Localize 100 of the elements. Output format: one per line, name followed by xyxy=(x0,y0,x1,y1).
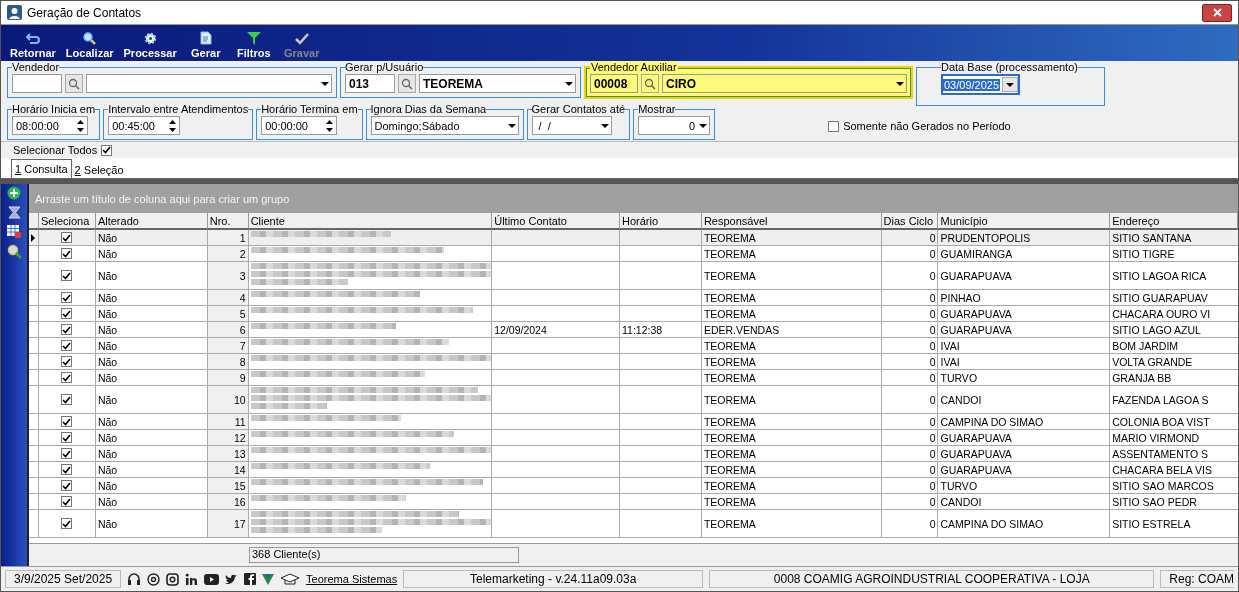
checkbox[interactable] xyxy=(828,120,840,132)
checkbox[interactable] xyxy=(61,496,73,508)
table-cell: 10 xyxy=(207,386,249,414)
camera-icon[interactable] xyxy=(166,572,180,586)
table-row[interactable]: Não 4 TEOREMA 0 PINHAO SITIO GUARAPUAV xyxy=(29,290,1238,307)
table-cell: PINHAO xyxy=(938,290,1111,306)
table-cell: TEOREMA xyxy=(701,262,882,290)
current-row[interactable]: Não 1 TEOREMA 0 PRUDENTOPOLIS SITIO SANTANA xyxy=(29,230,1238,247)
checkbox[interactable] xyxy=(61,394,73,406)
table-row[interactable]: Não 10 TEOREMA 0 CANDOI FAZENDA LAGOA S xyxy=(29,386,1238,415)
table-cell: Não xyxy=(95,246,208,262)
checkbox[interactable] xyxy=(61,308,73,320)
table-cell: GUAMIRANGA xyxy=(938,246,1111,262)
spin-arrows-icon[interactable] xyxy=(77,119,84,132)
checkbox[interactable] xyxy=(61,448,73,460)
table-cell: 17 xyxy=(207,510,249,538)
table-row[interactable]: Não 7 TEOREMA 0 IVAI BOM JARDIM xyxy=(29,338,1238,355)
column-header[interactable]: Dias Ciclo xyxy=(881,213,939,231)
column-header[interactable]: Seleciona xyxy=(39,213,96,231)
square-logo-icon[interactable] xyxy=(244,573,257,585)
table-row[interactable]: Não 3 TEOREMA 0 GUARAPUAVA SITIO LAGOA RICA xyxy=(29,262,1238,291)
checkbox[interactable] xyxy=(61,372,73,384)
toolbar-button[interactable]: Gerar xyxy=(181,31,230,59)
magnifier-icon[interactable] xyxy=(6,244,22,259)
dropdown-field[interactable]: 0 xyxy=(638,116,711,135)
table-row[interactable]: Não 13 TEOREMA 0 GUARAPUAVA ASSENTAMENTO S xyxy=(29,446,1238,463)
dropdown-field[interactable] xyxy=(86,74,332,93)
dropdown-field[interactable]: Domingo;Sábado xyxy=(370,116,519,135)
checkbox[interactable] xyxy=(61,324,73,336)
bird-icon[interactable] xyxy=(225,573,239,585)
headset-icon[interactable] xyxy=(127,572,142,586)
column-header[interactable]: Município xyxy=(938,213,1111,231)
website-link[interactable]: Teorema Sistemas xyxy=(306,573,398,585)
search-button[interactable] xyxy=(65,74,83,93)
time-field[interactable]: 00:45:00 xyxy=(108,116,181,135)
column-header[interactable]: Cliente xyxy=(248,213,493,231)
arrow-logo-icon[interactable] xyxy=(262,573,275,585)
table-cell: 11 xyxy=(207,414,249,430)
table-row[interactable]: Não 15 TEOREMA 0 TURVO SITIO SAO MARCOS xyxy=(29,478,1238,495)
grid-icon[interactable] xyxy=(7,225,21,238)
checkbox[interactable] xyxy=(61,270,73,282)
spin-arrows-icon[interactable] xyxy=(326,119,334,132)
dropdown-field[interactable]: / / xyxy=(531,116,612,135)
hourglass-icon[interactable] xyxy=(7,206,21,219)
column-header[interactable]: Endereço xyxy=(1110,213,1238,231)
dropdown-field[interactable]: TEOREMA xyxy=(419,74,576,93)
table-row[interactable]: Não 17 TEOREMA 0 CAMPINA DO SIMAO SITIO ESTRELA xyxy=(29,510,1238,539)
group-label: Gerar p/Usuário xyxy=(345,61,424,73)
checkbox[interactable] xyxy=(61,232,73,244)
checkbox[interactable] xyxy=(61,464,73,476)
dropdown-field[interactable]: CIRO xyxy=(662,74,907,93)
profile-square-icon[interactable] xyxy=(185,572,199,586)
column-header[interactable]: Alterado xyxy=(95,213,208,231)
search-button[interactable] xyxy=(398,74,416,93)
time-field[interactable]: 00:00:00 xyxy=(261,116,338,135)
checkbox[interactable] xyxy=(101,144,113,156)
tab[interactable]: 1 Consulta xyxy=(11,159,72,178)
code-field[interactable] xyxy=(12,74,62,93)
table-cell: 7 xyxy=(207,338,249,354)
code-field[interactable]: 013 xyxy=(345,74,395,93)
checkbox[interactable] xyxy=(61,248,73,260)
table-row[interactable]: Não 12 TEOREMA 0 GUARAPUAVA MARIO VIRMOND xyxy=(29,430,1238,447)
table-row[interactable]: Não 14 TEOREMA 0 GUARAPUAVA CHACARA BELA VIS xyxy=(29,462,1238,479)
column-header[interactable]: Último Contato xyxy=(492,213,620,231)
checkbox[interactable] xyxy=(61,340,73,352)
spin-arrows-icon[interactable] xyxy=(169,119,177,132)
date-field[interactable]: 03/09/2025 xyxy=(941,74,1021,95)
table-row[interactable]: Não 8 TEOREMA 0 IVAI VOLTA GRANDE xyxy=(29,354,1238,371)
table-cell: TEOREMA xyxy=(701,386,882,414)
checkbox[interactable] xyxy=(61,480,73,492)
checkbox[interactable] xyxy=(61,416,73,428)
table-row[interactable]: Não 6 12/09/2024 11:12:38 EDER.VENDAS 0 GUARAPUAVA SITIO LAGO AZUL xyxy=(29,322,1238,339)
column-header[interactable]: Nro. xyxy=(207,213,249,231)
toolbar-button[interactable]: Processar xyxy=(118,32,182,59)
checkbox[interactable] xyxy=(61,292,73,304)
close-button[interactable] xyxy=(1202,3,1232,22)
time-field[interactable]: 08:00:00 xyxy=(12,116,88,135)
checkbox[interactable] xyxy=(61,356,73,368)
table-row[interactable]: Não 16 TEOREMA 0 CANDOI SITIO SAO PEDR xyxy=(29,494,1238,511)
record-count: 368 Cliente(s) xyxy=(249,547,519,564)
table-row[interactable]: Não 5 TEOREMA 0 GUARAPUAVA CHACARA OURO VI xyxy=(29,306,1238,323)
table-cell: Não xyxy=(95,510,208,538)
checkbox[interactable] xyxy=(61,518,73,530)
play-icon[interactable] xyxy=(204,573,220,585)
toolbar-button[interactable]: Localizar xyxy=(60,32,119,59)
at-icon[interactable] xyxy=(147,572,161,586)
table-cell: TEOREMA xyxy=(701,338,882,354)
toolbar-button[interactable]: Filtros xyxy=(229,32,278,59)
toolbar-button[interactable]: Retornar xyxy=(5,33,61,59)
table-cell-text: SITIO GUARAPUAV xyxy=(1111,290,1209,306)
column-header[interactable]: Responsável xyxy=(701,213,882,231)
code-field[interactable]: 00008 xyxy=(590,74,638,93)
column-header[interactable]: Horário xyxy=(620,213,702,231)
table-cell: TEOREMA xyxy=(701,446,882,462)
search-button[interactable] xyxy=(641,74,659,93)
checkbox[interactable] xyxy=(61,432,73,444)
plus-icon[interactable] xyxy=(7,186,21,200)
table-row[interactable]: Não 9 TEOREMA 0 TURVO GRANJA BB xyxy=(29,370,1238,387)
table-row[interactable]: Não 2 TEOREMA 0 GUAMIRANGA SITIO TIGRE xyxy=(29,246,1238,263)
table-row[interactable]: Não 11 TEOREMA 0 CAMPINA DO SIMAO COLONIA BOA VIST xyxy=(29,414,1238,431)
